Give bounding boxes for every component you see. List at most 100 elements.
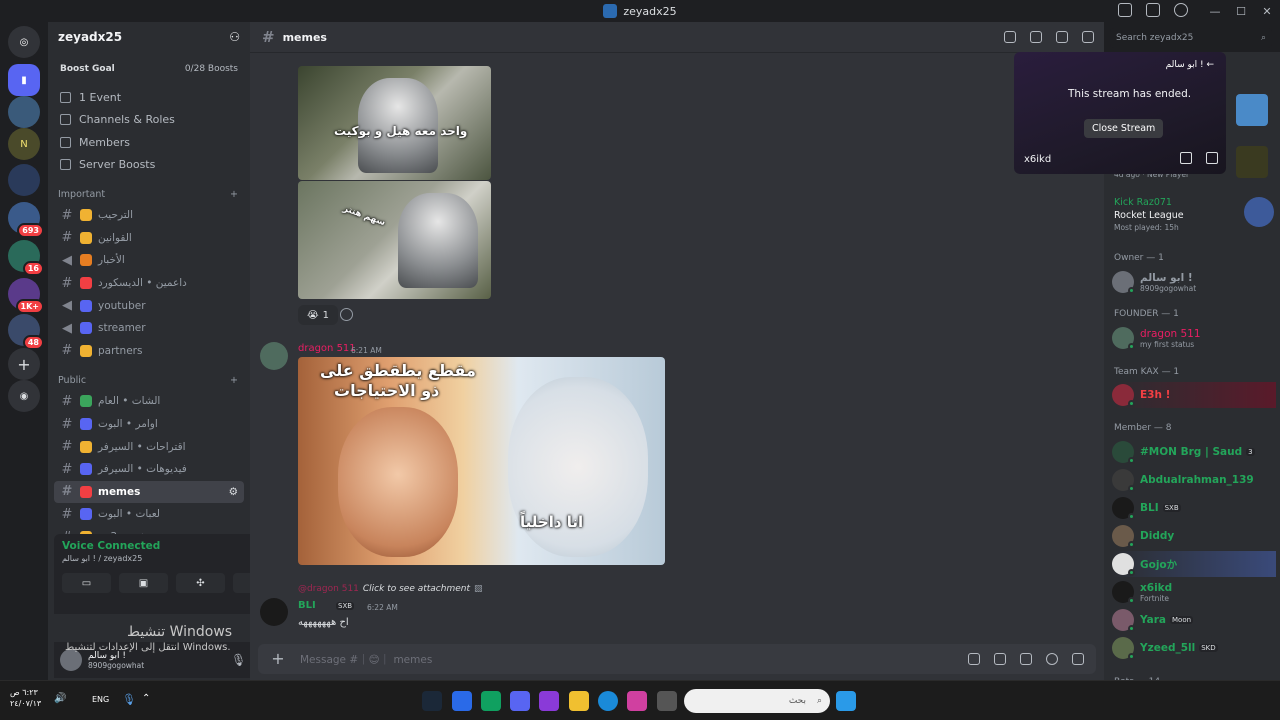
mic-tray-icon[interactable]: 🎙: [122, 693, 136, 706]
member-item[interactable]: x6ikd Fortnite: [1112, 579, 1276, 605]
category-important[interactable]: Important +: [48, 184, 250, 204]
volume-icon[interactable]: 🔊: [54, 693, 66, 704]
menu-item-events[interactable]: 1 Event: [48, 86, 250, 109]
taskbar-search[interactable]: بحث ⌕: [684, 689, 830, 713]
chevron-up-icon[interactable]: ⌃: [142, 693, 150, 704]
meme-image-knight[interactable]: واحد معه هيل و بوكيت: [298, 66, 491, 180]
settings-icon[interactable]: ⚙: [229, 486, 238, 498]
member-list-icon[interactable]: [1082, 31, 1094, 43]
minimize-button[interactable]: —: [1202, 5, 1228, 18]
activity-card[interactable]: Kick Raz071 Rocket League Most played: 1…: [1114, 197, 1274, 232]
camera-button[interactable]: ▭: [62, 573, 111, 593]
message-author[interactable]: BLI: [298, 600, 316, 611]
screen-share-button[interactable]: ▣: [119, 573, 168, 593]
explore-icon[interactable]: ◉: [8, 380, 40, 412]
reply-preview[interactable]: @dragon 511 Click to see attachment ▨: [298, 584, 483, 594]
member-item[interactable]: Abdualrahman_139: [1112, 467, 1276, 493]
menu-item-channels-roles[interactable]: Channels & Roles: [48, 109, 250, 132]
avatar[interactable]: [260, 598, 288, 626]
activities-button[interactable]: ✣: [176, 573, 225, 593]
copilot-icon[interactable]: [627, 691, 647, 711]
server-header[interactable]: zeyadx25 ⚇: [48, 22, 250, 52]
add-reaction-icon[interactable]: [340, 308, 353, 321]
add-server-icon[interactable]: +: [8, 348, 40, 380]
maximize-button[interactable]: ☐: [1228, 5, 1254, 18]
channel-item[interactable]: # الترحيب: [54, 204, 244, 227]
app-icon[interactable]: [452, 691, 472, 711]
server-icon[interactable]: [8, 96, 40, 128]
boost-goal[interactable]: Boost Goal 0/28 Boosts: [56, 58, 242, 80]
member-item[interactable]: E3h !: [1112, 382, 1276, 408]
pin-icon[interactable]: [1056, 31, 1068, 43]
channel-item[interactable]: # partners: [54, 340, 244, 363]
app-icon[interactable]: [539, 691, 559, 711]
reaction-button[interactable]: 😭 1: [298, 305, 338, 325]
close-button[interactable]: ✕: [1254, 5, 1280, 18]
channel-item[interactable]: # الشات • العام: [54, 390, 244, 413]
threads-icon[interactable]: [1004, 31, 1016, 43]
gift-icon[interactable]: [968, 653, 980, 665]
category-public[interactable]: Public +: [48, 370, 250, 390]
member-item[interactable]: ابو سالم ! 8909gogowhat: [1112, 269, 1276, 295]
language-indicator[interactable]: ENG: [92, 695, 109, 704]
channel-item[interactable]: # لعبات • البوت: [54, 503, 244, 526]
menu-item-server-boosts[interactable]: Server Boosts: [48, 154, 250, 177]
server-icon[interactable]: N: [8, 128, 40, 160]
server-icon[interactable]: 16: [8, 240, 44, 276]
steam-icon[interactable]: [422, 691, 442, 711]
popout-icon[interactable]: [1180, 152, 1192, 164]
flag-icon[interactable]: [1118, 3, 1132, 17]
inbox-icon[interactable]: [1146, 3, 1160, 17]
server-thumb-icon[interactable]: [1236, 146, 1268, 178]
message-input[interactable]: Message #｜😊｜ memes: [300, 652, 432, 667]
member-item[interactable]: Yzeed_5ll SKD: [1112, 635, 1276, 661]
close-stream-button[interactable]: Close Stream: [1084, 119, 1164, 138]
message-composer[interactable]: + Message #｜😊｜ memes: [258, 644, 1096, 674]
meme-image-faces[interactable]: مقطع يطقطق على ذو الاحتياجات انا داخلياً: [298, 357, 665, 565]
channel-item[interactable]: # اوامر • البوت: [54, 413, 244, 436]
add-channel-icon[interactable]: +: [230, 189, 238, 200]
edge-icon[interactable]: [598, 691, 618, 711]
folder-icon[interactable]: [569, 691, 589, 711]
app-icon[interactable]: [481, 691, 501, 711]
channel-item[interactable]: # اقتراحات • السيرفر: [54, 435, 244, 458]
server-icon[interactable]: ▮: [8, 64, 40, 96]
member-item[interactable]: BLI SXB: [1112, 495, 1276, 521]
channel-item[interactable]: # memes ⚙: [54, 480, 244, 504]
server-icon[interactable]: 693: [8, 202, 44, 238]
channel-item[interactable]: ◀ streamer: [54, 317, 244, 340]
clock[interactable]: ٦:٢٣ ص ٢٤/٠٧/١٣: [10, 687, 41, 709]
member-item[interactable]: Gojoか: [1112, 551, 1276, 577]
windows-start-icon[interactable]: [836, 691, 856, 711]
member-item[interactable]: Yara Moon: [1112, 607, 1276, 633]
member-item[interactable]: dragon 511 my first status: [1112, 325, 1276, 351]
avatar[interactable]: [260, 342, 288, 370]
emoji-icon[interactable]: [1046, 653, 1058, 665]
server-icon[interactable]: 1K+: [8, 278, 44, 314]
task-view-icon[interactable]: [657, 691, 677, 711]
channel-item[interactable]: # داعمين • الديسكورد: [54, 272, 244, 295]
add-channel-icon[interactable]: +: [230, 375, 238, 386]
server-thumb-icon[interactable]: [1236, 94, 1268, 126]
discord-home-icon[interactable]: ◎: [8, 26, 40, 58]
mic-icon[interactable]: 🎙: [231, 653, 246, 667]
add-attachment-icon[interactable]: +: [270, 651, 286, 667]
discord-icon[interactable]: [510, 691, 530, 711]
add-member-icon[interactable]: ⚇: [229, 30, 240, 44]
menu-item-members[interactable]: Members: [48, 131, 250, 154]
channel-item[interactable]: ◀ الأخبار: [54, 249, 244, 272]
channel-item[interactable]: # فيديوهات • السيرفر: [54, 458, 244, 481]
apps-icon[interactable]: [1072, 653, 1084, 665]
help-icon[interactable]: [1174, 3, 1188, 17]
message-author[interactable]: dragon 511: [298, 343, 356, 354]
bell-icon[interactable]: [1030, 31, 1042, 43]
disconnect-icon[interactable]: [1206, 152, 1218, 164]
channel-item[interactable]: # القوانين: [54, 227, 244, 250]
server-icon[interactable]: 48: [8, 314, 44, 350]
member-item[interactable]: Diddy: [1112, 523, 1276, 549]
channel-item[interactable]: ◀ youtuber: [54, 294, 244, 317]
server-icon[interactable]: [8, 164, 40, 196]
gif-icon[interactable]: [994, 653, 1006, 665]
sticker-icon[interactable]: [1020, 653, 1032, 665]
member-item[interactable]: #MON Brg | Saud 3: [1112, 439, 1276, 465]
